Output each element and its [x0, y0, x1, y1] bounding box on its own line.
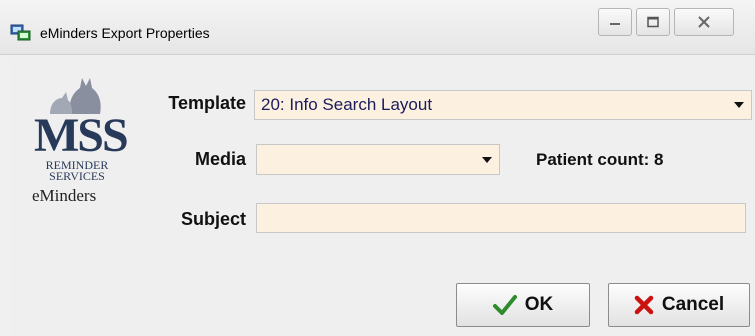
close-button[interactable] [674, 8, 734, 36]
ok-button[interactable]: OK [456, 283, 590, 327]
subject-label: Subject [180, 209, 246, 229]
export-properties-window: eMinders Export Properties MSS REMINDER … [0, 0, 755, 336]
media-dropdown[interactable] [256, 144, 500, 175]
window-title: eMinders Export Properties [40, 25, 210, 41]
logo-reminder-services: REMINDER SERVICES [36, 159, 118, 183]
template-dropdown[interactable]: 20: Info Search Layout [254, 90, 752, 120]
template-value: 20: Info Search Layout [261, 95, 433, 114]
maximize-button[interactable] [636, 8, 670, 36]
title-bar[interactable]: eMinders Export Properties [0, 0, 755, 55]
cancel-x-icon [634, 295, 654, 315]
chevron-down-icon[interactable] [728, 92, 750, 118]
patient-count: Patient count: 8 [536, 150, 664, 169]
minimize-icon [610, 23, 620, 25]
template-label: Template [168, 93, 246, 113]
cancel-button[interactable]: Cancel [608, 283, 750, 327]
checkmark-icon [492, 295, 517, 315]
logo-services-text: SERVICES [49, 169, 105, 183]
minimize-button[interactable] [598, 8, 632, 36]
subject-input[interactable] [256, 203, 746, 233]
maximize-icon [647, 16, 659, 28]
media-label: Media [194, 149, 246, 169]
ok-label: OK [524, 294, 554, 315]
cancel-label: Cancel [661, 294, 725, 315]
app-icon [10, 24, 32, 42]
chevron-down-icon[interactable] [476, 146, 498, 173]
mss-logo: MSS REMINDER SERVICES eMinders [18, 74, 129, 214]
close-icon [698, 16, 710, 28]
logo-eminders-text: eMinders [32, 186, 97, 205]
logo-mss-text: MSS [34, 109, 129, 162]
